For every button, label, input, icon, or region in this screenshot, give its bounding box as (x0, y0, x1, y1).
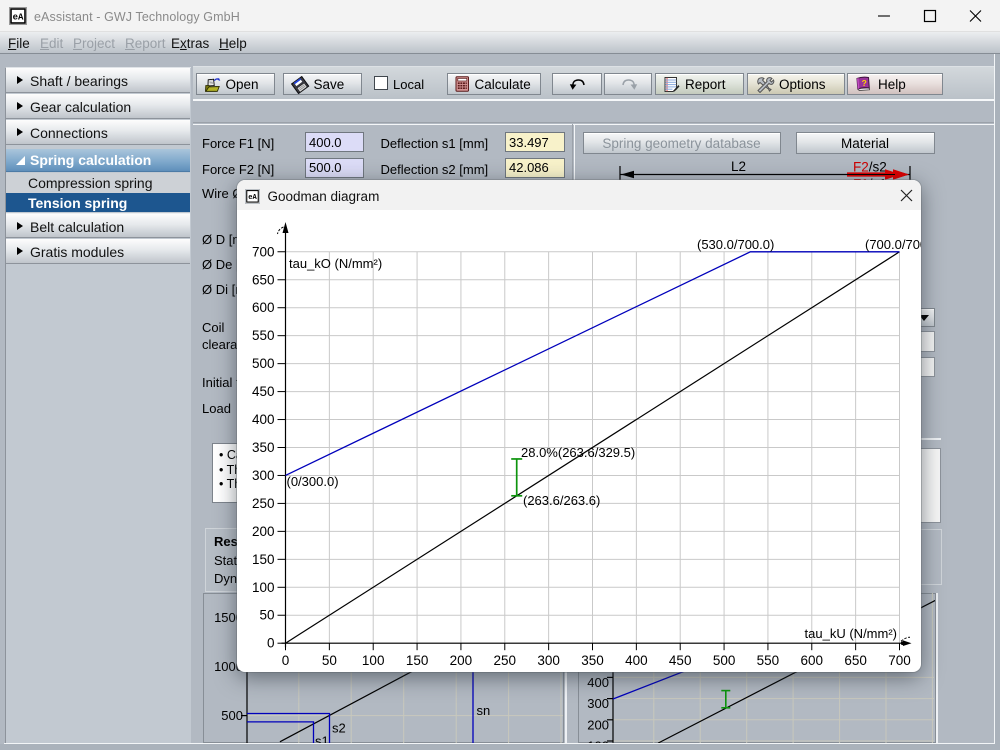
svg-text:300: 300 (537, 653, 560, 668)
svg-text:600: 600 (801, 653, 824, 668)
svg-text:50: 50 (259, 608, 274, 623)
svg-text:500: 500 (713, 653, 736, 668)
svg-text:650: 650 (844, 653, 867, 668)
svg-text:eA: eA (13, 13, 24, 23)
svg-text:250: 250 (252, 496, 275, 511)
svg-text:250: 250 (494, 653, 517, 668)
svg-text:(263.6/263.6): (263.6/263.6) (523, 493, 600, 508)
svg-text:300: 300 (252, 468, 275, 483)
svg-text:L2: L2 (731, 159, 746, 174)
svg-text:(700.0/700.0): (700.0/700.0) (865, 237, 921, 252)
svg-text:450: 450 (252, 384, 275, 399)
svg-text:300: 300 (587, 696, 609, 711)
svg-text:200: 200 (587, 717, 609, 732)
svg-text:450: 450 (669, 653, 692, 668)
svg-text:F2/s2: F2/s2 (853, 160, 887, 175)
svg-text:150: 150 (252, 552, 275, 567)
svg-text:0: 0 (267, 636, 275, 651)
svg-text:400: 400 (625, 653, 648, 668)
svg-text:(0/300.0): (0/300.0) (287, 474, 339, 489)
svg-text:600: 600 (252, 300, 275, 315)
svg-text:200: 200 (252, 524, 275, 539)
svg-text:28.0%(263.6/329.5): 28.0%(263.6/329.5) (521, 445, 635, 460)
svg-text:s2: s2 (332, 721, 346, 736)
svg-text:sn: sn (477, 703, 491, 718)
svg-text:(530.0/700.0): (530.0/700.0) (697, 237, 774, 252)
svg-text:100: 100 (252, 580, 275, 595)
svg-text:50: 50 (322, 653, 337, 668)
svg-text:700: 700 (252, 244, 275, 259)
svg-text:700: 700 (888, 653, 911, 668)
svg-text:0: 0 (282, 653, 290, 668)
svg-text:350: 350 (252, 440, 275, 455)
svg-text:100: 100 (362, 653, 385, 668)
svg-text:650: 650 (252, 272, 275, 287)
svg-text:tau_kU (N/mm²): tau_kU (N/mm²) (805, 626, 897, 641)
svg-text:?: ? (862, 78, 867, 88)
svg-text:400: 400 (252, 412, 275, 427)
svg-text:200: 200 (450, 653, 473, 668)
svg-text:150: 150 (406, 653, 429, 668)
svg-text:550: 550 (252, 328, 275, 343)
svg-text:400: 400 (587, 675, 609, 690)
svg-text:tau_kO (N/mm²): tau_kO (N/mm²) (289, 256, 382, 271)
svg-text:500: 500 (252, 356, 275, 371)
svg-text:550: 550 (757, 653, 780, 668)
svg-text:500: 500 (221, 708, 243, 723)
svg-text:350: 350 (581, 653, 604, 668)
